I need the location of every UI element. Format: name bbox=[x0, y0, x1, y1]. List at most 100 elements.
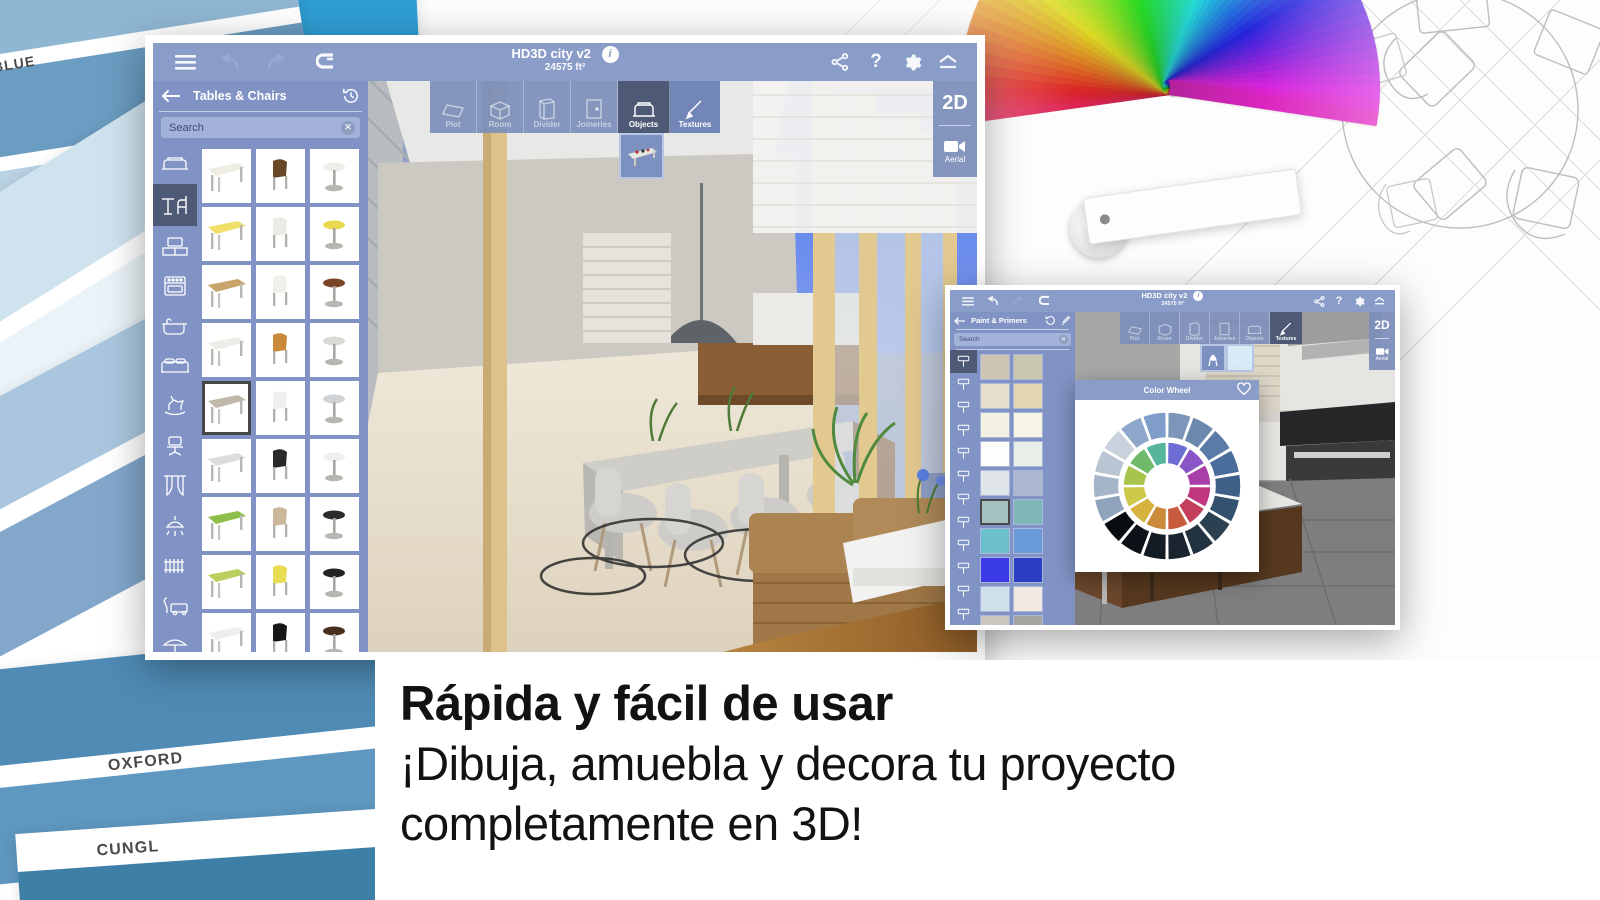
texture-category-box-storage[interactable] bbox=[950, 557, 977, 580]
subtool-selected-object[interactable] bbox=[619, 133, 664, 179]
category-sofa[interactable] bbox=[153, 144, 197, 184]
furniture-tile[interactable] bbox=[309, 207, 359, 261]
category-exterior[interactable] bbox=[153, 586, 197, 626]
second-settings-button[interactable] bbox=[1348, 290, 1370, 312]
share-button[interactable] bbox=[821, 43, 859, 81]
texture-category-leather[interactable] bbox=[950, 488, 977, 511]
second-share-button[interactable] bbox=[1308, 290, 1330, 312]
furniture-tile[interactable] bbox=[309, 613, 359, 652]
second-tab-textures[interactable]: Textures bbox=[1270, 312, 1302, 344]
info-icon[interactable]: i bbox=[601, 46, 619, 63]
furniture-tile[interactable] bbox=[309, 381, 359, 435]
category-curtains[interactable] bbox=[153, 466, 197, 506]
paint-swatch[interactable] bbox=[979, 469, 1010, 496]
furniture-tile[interactable] bbox=[201, 149, 251, 203]
second-undo-button[interactable] bbox=[979, 290, 1005, 312]
subtool-texture-swatch[interactable] bbox=[1226, 344, 1254, 372]
subtool-strip[interactable] bbox=[619, 133, 664, 179]
category-kitchen[interactable] bbox=[153, 266, 197, 306]
texture-category-floor-material[interactable] bbox=[950, 465, 977, 488]
second-search-input[interactable]: Search ✕ bbox=[954, 333, 1071, 346]
texture-category-favorites-heart[interactable] bbox=[950, 603, 977, 625]
texture-category-tile-dots[interactable] bbox=[950, 419, 977, 442]
paint-swatch[interactable] bbox=[979, 527, 1010, 554]
favorite-button[interactable] bbox=[1237, 382, 1251, 398]
furniture-tile[interactable] bbox=[201, 555, 251, 609]
furniture-tile[interactable] bbox=[255, 207, 305, 261]
furniture-tile[interactable] bbox=[255, 265, 305, 319]
paint-swatch-grid[interactable] bbox=[977, 350, 1075, 625]
view-mode-2d-button[interactable]: 2D bbox=[933, 81, 977, 125]
clear-icon[interactable]: ✕ bbox=[1059, 335, 1068, 344]
furniture-tile[interactable] bbox=[309, 265, 359, 319]
category-tables-chairs[interactable] bbox=[153, 184, 197, 226]
tool-tab-objects[interactable]: Objects bbox=[618, 81, 670, 133]
second-tab-joineries[interactable]: Joineries bbox=[1210, 312, 1240, 344]
paint-swatch[interactable] bbox=[1012, 527, 1043, 554]
furniture-tile[interactable] bbox=[309, 555, 359, 609]
search-input[interactable]: Search ✕ bbox=[161, 117, 360, 138]
furniture-tile[interactable] bbox=[309, 439, 359, 493]
second-tab-objects[interactable]: Objects bbox=[1240, 312, 1270, 344]
paint-swatch[interactable] bbox=[979, 614, 1010, 625]
tool-tab-room[interactable]: Room bbox=[477, 81, 524, 133]
history-button[interactable] bbox=[342, 87, 360, 105]
tool-tabs[interactable]: Plot Room Divider Joineries Objects Text… bbox=[430, 81, 720, 133]
second-tab-plot[interactable]: Plot bbox=[1120, 312, 1150, 344]
hamburger-menu-button[interactable] bbox=[165, 43, 205, 81]
furniture-tile[interactable] bbox=[201, 381, 251, 435]
paint-swatch[interactable] bbox=[1012, 498, 1043, 525]
paint-swatch[interactable] bbox=[1012, 614, 1043, 625]
tool-tab-textures[interactable]: Textures bbox=[670, 81, 720, 133]
tool-tab-joineries[interactable]: Joineries bbox=[571, 81, 618, 133]
texture-category-rail[interactable] bbox=[950, 350, 977, 625]
texture-category-import-texture[interactable] bbox=[950, 580, 977, 603]
furniture-tile[interactable] bbox=[201, 439, 251, 493]
furniture-tile[interactable] bbox=[255, 613, 305, 652]
texture-category-carpet[interactable] bbox=[950, 442, 977, 465]
second-subtool-strip[interactable] bbox=[1200, 344, 1254, 372]
second-back-button[interactable] bbox=[954, 316, 968, 325]
paint-swatch[interactable] bbox=[979, 382, 1010, 409]
eyedropper-button[interactable] bbox=[1060, 315, 1071, 326]
magnet-snap-button[interactable] bbox=[301, 43, 353, 81]
color-wheel-graphic[interactable] bbox=[1089, 408, 1245, 564]
category-kids[interactable] bbox=[153, 386, 197, 426]
view-controls[interactable]: 2D Aerial bbox=[933, 81, 977, 177]
tool-tab-plot[interactable]: Plot bbox=[430, 81, 477, 133]
color-wheel-body[interactable] bbox=[1075, 400, 1259, 572]
paint-swatch[interactable] bbox=[1012, 440, 1043, 467]
furniture-tile[interactable] bbox=[255, 323, 305, 377]
furniture-tile[interactable] bbox=[255, 149, 305, 203]
category-bathroom[interactable] bbox=[153, 306, 197, 346]
paint-swatch[interactable] bbox=[979, 440, 1010, 467]
color-wheel-outer-segment[interactable] bbox=[1092, 472, 1121, 500]
second-view-mode-2d[interactable]: 2D bbox=[1369, 312, 1395, 338]
paint-swatch[interactable] bbox=[979, 411, 1010, 438]
settings-button[interactable] bbox=[893, 43, 931, 81]
clear-icon[interactable]: ✕ bbox=[341, 120, 355, 135]
second-tool-tabs[interactable]: Plot Room Divider Joineries Objects Text… bbox=[1120, 312, 1302, 344]
back-button[interactable] bbox=[161, 89, 187, 103]
furniture-tile[interactable] bbox=[255, 555, 305, 609]
help-button[interactable]: ? bbox=[859, 43, 893, 81]
color-wheel-outer-segment[interactable] bbox=[1213, 472, 1242, 500]
paint-swatch[interactable] bbox=[979, 556, 1010, 583]
furniture-tile[interactable] bbox=[255, 439, 305, 493]
tool-tab-divider[interactable]: Divider bbox=[524, 81, 571, 133]
paint-swatch[interactable] bbox=[1012, 469, 1043, 496]
paint-swatch[interactable] bbox=[1012, 556, 1043, 583]
collapse-button[interactable] bbox=[931, 43, 965, 81]
furniture-tile[interactable] bbox=[201, 265, 251, 319]
furniture-tile[interactable] bbox=[309, 149, 359, 203]
second-tab-divider[interactable]: Divider bbox=[1180, 312, 1210, 344]
paint-swatch[interactable] bbox=[979, 585, 1010, 612]
furniture-grid[interactable] bbox=[197, 144, 368, 652]
furniture-tile[interactable] bbox=[309, 323, 359, 377]
furniture-tile[interactable] bbox=[309, 497, 359, 551]
paint-swatch[interactable] bbox=[1012, 585, 1043, 612]
texture-category-brick[interactable] bbox=[950, 511, 977, 534]
paint-swatch[interactable] bbox=[979, 353, 1010, 380]
second-view-controls[interactable]: 2D Aerial bbox=[1369, 312, 1395, 370]
category-bedroom[interactable] bbox=[153, 346, 197, 386]
